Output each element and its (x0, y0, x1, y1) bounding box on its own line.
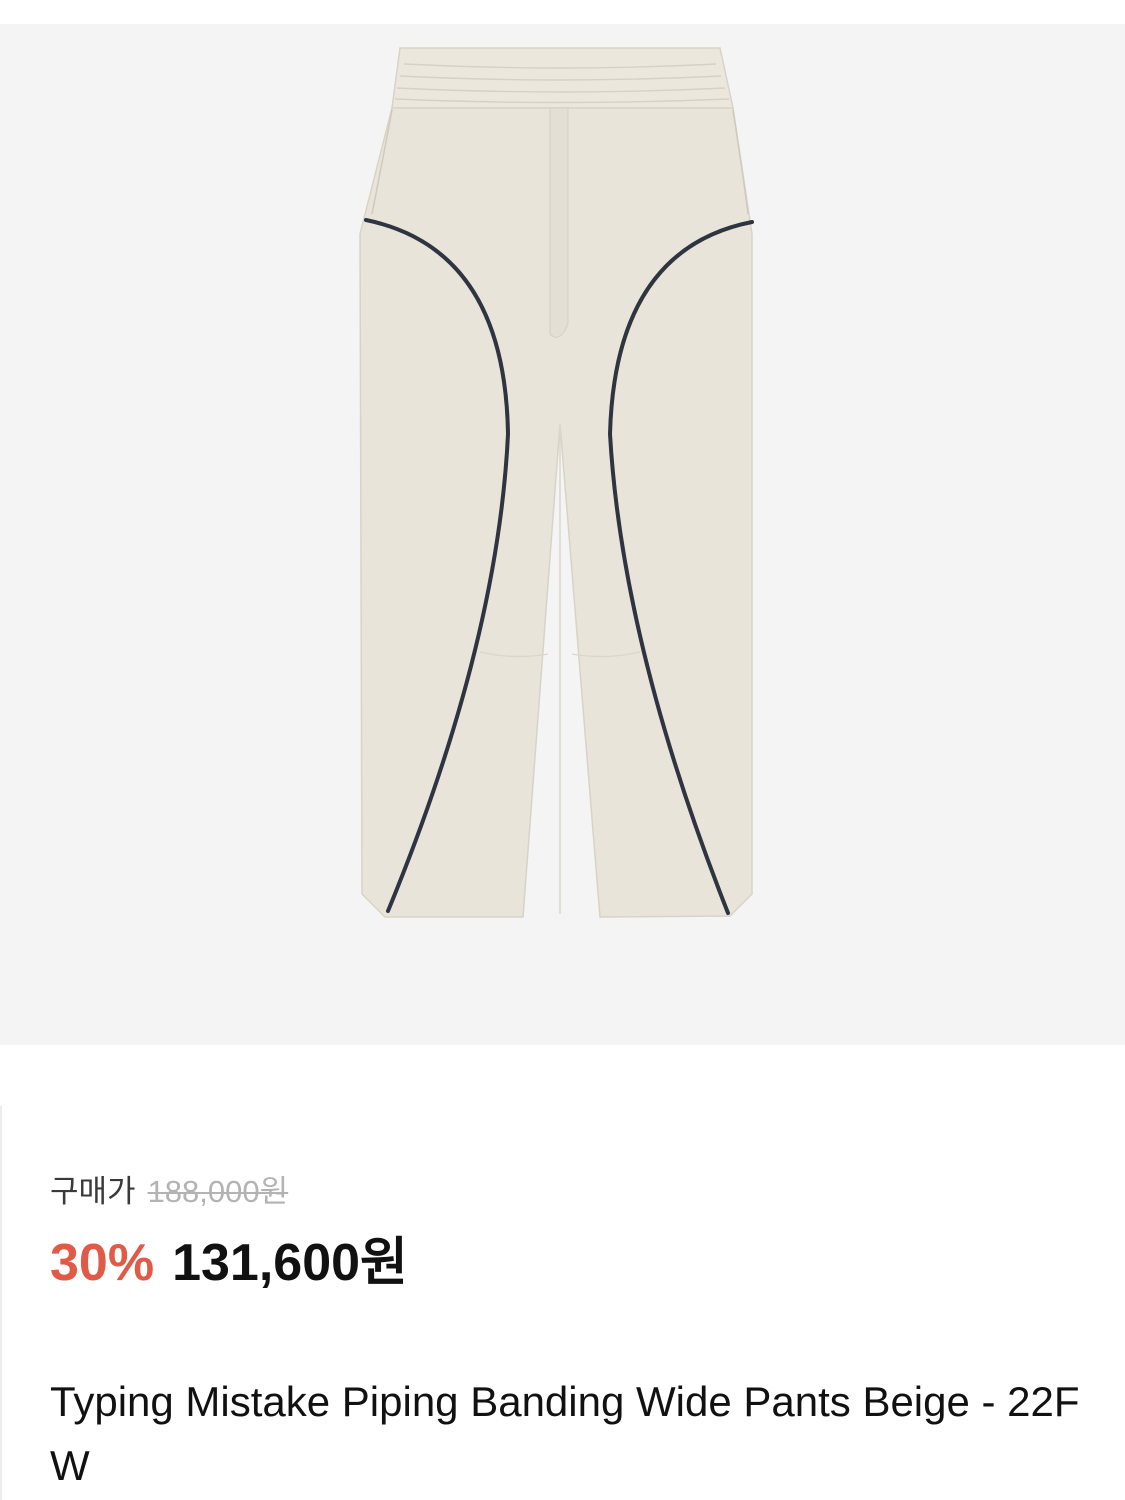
product-title: Typing Mistake Piping Banding Wide Pants… (50, 1378, 1080, 1489)
sale-price-row: 30% 131,600원 (50, 1230, 408, 1296)
original-price: 188,000원 (147, 1174, 289, 1209)
product-image[interactable] (0, 24, 1125, 1045)
pants-illustration (359, 47, 754, 918)
fly-placket (549, 107, 569, 338)
product-info: 구매가 188,000원 30% 131,600원 Typing Mistake… (0, 1106, 1125, 1500)
product-detail-page: 구매가 188,000원 30% 131,600원 Typing Mistake… (0, 0, 1125, 1500)
original-price-row: 구매가 188,000원 (50, 1172, 288, 1212)
original-price-label: 구매가 (50, 1174, 136, 1209)
discount-rate: 30% (50, 1234, 155, 1292)
sale-price: 131,600원 (172, 1234, 408, 1292)
